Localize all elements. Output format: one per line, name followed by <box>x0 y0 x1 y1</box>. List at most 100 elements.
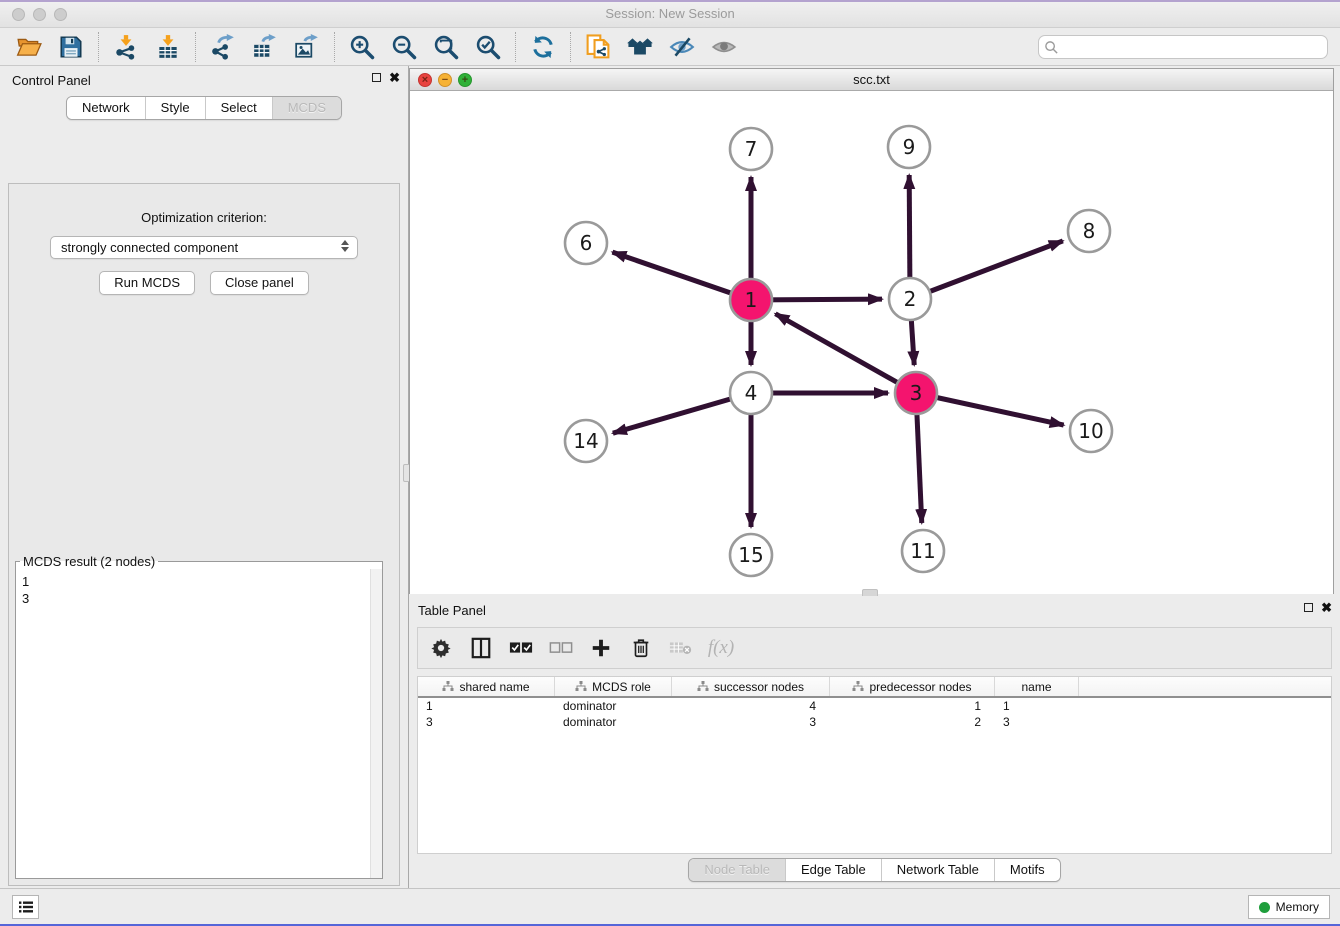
eye-slash-icon <box>667 34 697 60</box>
control-panel: Control Panel ✖ NetworkStyleSelectMCDS O… <box>0 66 408 892</box>
tab-node-table[interactable]: Node Table <box>689 859 785 881</box>
node-11[interactable]: 11 <box>902 530 944 572</box>
column-header-predecessor-nodes[interactable]: predecessor nodes <box>830 677 995 696</box>
zoom-out-button[interactable] <box>389 32 419 62</box>
cell-shared-name: 1 <box>418 699 555 713</box>
open-folder-icon <box>15 34 43 60</box>
column-header-shared-name[interactable]: shared name <box>418 677 555 696</box>
memory-button[interactable]: Memory <box>1248 895 1330 919</box>
node-label: 2 <box>904 287 917 311</box>
tab-edge-table[interactable]: Edge Table <box>785 859 881 881</box>
table-panel-title: Table Panel <box>418 603 486 618</box>
save-floppy-icon <box>58 34 84 60</box>
show-columns-button[interactable] <box>468 635 494 661</box>
export-network-button[interactable] <box>208 32 238 62</box>
close-table-panel-icon[interactable]: ✖ <box>1321 602 1332 613</box>
node-label: 3 <box>910 381 923 405</box>
cell-name: 1 <box>995 699 1079 713</box>
column-header-MCDS-role[interactable]: MCDS role <box>555 677 672 696</box>
node-table[interactable]: shared nameMCDS rolesuccessor nodes prede… <box>417 676 1332 854</box>
node-label: 10 <box>1078 419 1103 443</box>
import-network-icon <box>113 34 139 60</box>
function-builder-button: f(x) <box>708 635 734 661</box>
search-input[interactable] <box>1038 35 1328 59</box>
zoom-fit-button[interactable] <box>431 32 461 62</box>
apply-layout-button[interactable] <box>528 32 558 62</box>
deselect-all-rows-button[interactable] <box>548 635 574 661</box>
eye-icon <box>709 34 739 60</box>
tab-select[interactable]: Select <box>205 97 272 119</box>
export-table-button[interactable] <box>250 32 280 62</box>
tab-network-table[interactable]: Network Table <box>881 859 994 881</box>
mcds-result-box: MCDS result (2 nodes) 13 <box>15 554 383 879</box>
column-header-successor-nodes[interactable]: successor nodes <box>672 677 830 696</box>
save-session-button[interactable] <box>56 32 86 62</box>
node-2[interactable]: 2 <box>889 278 931 320</box>
node-8[interactable]: 8 <box>1068 210 1110 252</box>
node-9[interactable]: 9 <box>888 126 930 168</box>
tab-motifs[interactable]: Motifs <box>994 859 1060 881</box>
tab-mcds[interactable]: MCDS <box>272 97 341 119</box>
tab-style[interactable]: Style <box>145 97 205 119</box>
clone-network-button[interactable] <box>583 32 613 62</box>
node-6[interactable]: 6 <box>565 222 607 264</box>
node-table-body: 1dominator4113dominator323 <box>418 698 1331 730</box>
import-table-button[interactable] <box>153 32 183 62</box>
mcds-result-line: 1 <box>22 573 370 590</box>
column-label: predecessor nodes <box>869 680 971 694</box>
criterion-dropdown-value: strongly connected component <box>61 240 238 255</box>
toolbar-separator <box>334 32 335 62</box>
cell-successor-nodes: 3 <box>672 715 830 729</box>
close-panel-icon[interactable]: ✖ <box>389 72 400 83</box>
run-mcds-button[interactable]: Run MCDS <box>99 271 195 295</box>
control-panel-title: Control Panel <box>12 73 91 88</box>
edge-3-10[interactable] <box>916 393 1064 425</box>
table-settings-button[interactable] <box>428 635 454 661</box>
node-15[interactable]: 15 <box>730 534 772 576</box>
export-network-icon <box>209 34 237 60</box>
float-table-panel-icon[interactable] <box>1304 603 1313 612</box>
edge-2-8[interactable] <box>910 241 1063 299</box>
hide-graphics-button[interactable] <box>667 32 697 62</box>
select-all-rows-button[interactable] <box>508 635 534 661</box>
zoom-selected-icon <box>474 33 502 61</box>
node-label: 1 <box>745 288 758 312</box>
node-label: 4 <box>745 381 758 405</box>
node-label: 9 <box>903 135 916 159</box>
export-image-button[interactable] <box>292 32 322 62</box>
node-3[interactable]: 3 <box>895 372 937 414</box>
app-title: Session: New Session <box>0 6 1340 21</box>
import-network-button[interactable] <box>111 32 141 62</box>
edge-3-1[interactable] <box>775 314 916 393</box>
network-canvas[interactable]: 7 9 6 8 1 2 4 3 14 10 15 11 <box>410 91 1333 594</box>
zoom-selected-button[interactable] <box>473 32 503 62</box>
node-4[interactable]: 4 <box>730 372 772 414</box>
show-graphics-button[interactable] <box>709 32 739 62</box>
float-panel-icon[interactable] <box>372 73 381 82</box>
tab-network[interactable]: Network <box>67 97 145 119</box>
network-window-titlebar[interactable]: × − + scc.txt <box>410 69 1333 91</box>
table-row[interactable]: 3dominator323 <box>418 714 1331 730</box>
criterion-dropdown[interactable]: strongly connected component <box>50 236 358 259</box>
zoom-in-button[interactable] <box>347 32 377 62</box>
ui-panels-menu-button[interactable] <box>12 895 39 919</box>
node-1[interactable]: 1 <box>730 279 772 321</box>
node-14[interactable]: 14 <box>565 420 607 462</box>
status-bar: Memory <box>0 888 1340 924</box>
node-10[interactable]: 10 <box>1070 410 1112 452</box>
result-scrollbar[interactable] <box>370 569 382 878</box>
optimization-criterion-label: Optimization criterion: <box>9 210 399 225</box>
open-session-button[interactable] <box>14 32 44 62</box>
column-header-name[interactable]: name <box>995 677 1079 696</box>
cell-MCDS-role: dominator <box>555 715 672 729</box>
home-view-button[interactable] <box>625 32 655 62</box>
close-panel-button[interactable]: Close panel <box>210 271 309 295</box>
export-table-icon <box>251 34 279 60</box>
table-row[interactable]: 1dominator411 <box>418 698 1331 714</box>
create-column-button[interactable] <box>588 635 614 661</box>
delete-column-button[interactable] <box>628 635 654 661</box>
memory-label: Memory <box>1276 900 1319 914</box>
delete-table-icon <box>669 639 693 657</box>
zoom-fit-icon <box>432 33 460 61</box>
node-7[interactable]: 7 <box>730 128 772 170</box>
